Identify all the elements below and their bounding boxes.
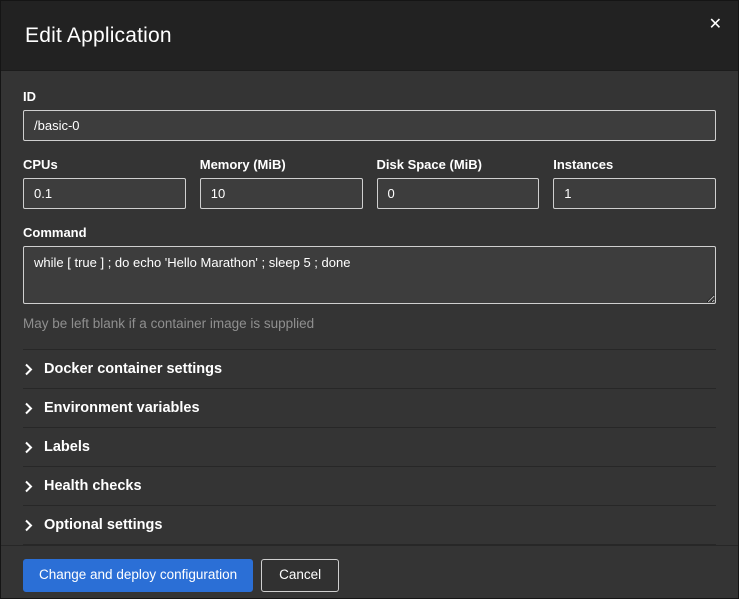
chevron-right-icon xyxy=(24,402,33,415)
cpus-input[interactable] xyxy=(23,178,186,209)
instances-label: Instances xyxy=(553,157,716,172)
disk-label: Disk Space (MiB) xyxy=(377,157,540,172)
change-and-deploy-button[interactable]: Change and deploy configuration xyxy=(23,559,253,592)
section-label: Environment variables xyxy=(44,400,200,416)
collapsible-sections: Docker container settings Environment va… xyxy=(23,349,716,545)
section-optional-settings[interactable]: Optional settings xyxy=(23,505,716,545)
chevron-right-icon xyxy=(24,441,33,454)
chevron-right-icon xyxy=(24,363,33,376)
id-field-group: ID xyxy=(23,89,716,141)
section-environment-variables[interactable]: Environment variables xyxy=(23,388,716,427)
command-field-group: Command while [ true ] ; do echo 'Hello … xyxy=(23,225,716,331)
command-label: Command xyxy=(23,225,716,240)
section-label: Optional settings xyxy=(44,517,162,533)
section-label: Labels xyxy=(44,439,90,455)
section-health-checks[interactable]: Health checks xyxy=(23,466,716,505)
command-help-text: May be left blank if a container image i… xyxy=(23,316,716,331)
edit-application-modal: Edit Application ✕ ID CPUs Memory (MiB) … xyxy=(0,0,739,599)
cpus-field-group: CPUs xyxy=(23,157,186,209)
chevron-right-icon xyxy=(24,480,33,493)
memory-input[interactable] xyxy=(200,178,363,209)
memory-label: Memory (MiB) xyxy=(200,157,363,172)
section-label: Health checks xyxy=(44,478,142,494)
close-icon[interactable]: ✕ xyxy=(709,17,722,33)
modal-body: ID CPUs Memory (MiB) Disk Space (MiB) In… xyxy=(1,71,738,545)
instances-input[interactable] xyxy=(553,178,716,209)
disk-input[interactable] xyxy=(377,178,540,209)
section-labels[interactable]: Labels xyxy=(23,427,716,466)
resource-fields-row: CPUs Memory (MiB) Disk Space (MiB) Insta… xyxy=(23,157,716,209)
memory-field-group: Memory (MiB) xyxy=(200,157,363,209)
section-docker-container-settings[interactable]: Docker container settings xyxy=(23,349,716,388)
chevron-right-icon xyxy=(24,519,33,532)
id-label: ID xyxy=(23,89,716,104)
cpus-label: CPUs xyxy=(23,157,186,172)
section-label: Docker container settings xyxy=(44,361,222,377)
id-input[interactable] xyxy=(23,110,716,141)
modal-header: Edit Application ✕ xyxy=(1,1,738,71)
modal-footer: Change and deploy configuration Cancel xyxy=(1,545,738,599)
disk-field-group: Disk Space (MiB) xyxy=(377,157,540,209)
command-textarea[interactable]: while [ true ] ; do echo 'Hello Marathon… xyxy=(23,246,716,304)
cancel-button[interactable]: Cancel xyxy=(261,559,339,592)
page-title: Edit Application xyxy=(25,24,172,48)
instances-field-group: Instances xyxy=(553,157,716,209)
